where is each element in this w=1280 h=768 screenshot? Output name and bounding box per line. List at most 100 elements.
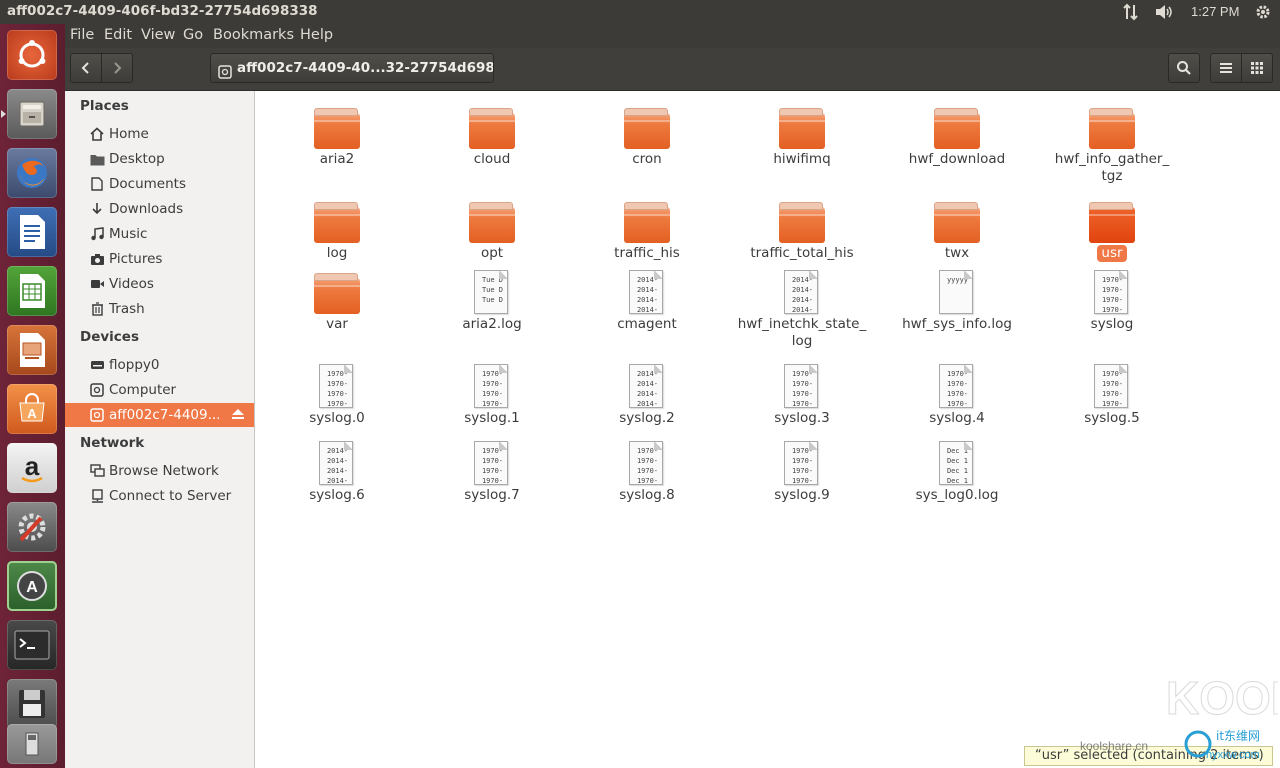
software-updater-icon[interactable]: A — [7, 561, 57, 611]
file-item[interactable]: 1970- 1970- 1970- 1970- syslog.8 — [572, 439, 722, 504]
file-name-label: sys_log0.log — [915, 487, 999, 503]
usb-drive-icon[interactable] — [7, 724, 57, 764]
file-item[interactable]: hiwifimq — [727, 103, 877, 168]
text-file-icon: 1970- 1970- 1970- 1970- — [313, 362, 361, 410]
file-item[interactable]: 2014- 2014- 2014- 2014- cmagent — [572, 268, 722, 333]
harddisk-icon — [89, 382, 105, 398]
file-name-label: var — [326, 316, 348, 332]
file-item[interactable]: var — [262, 268, 412, 333]
menu-edit[interactable]: Edit — [104, 27, 132, 43]
terminal-icon[interactable] — [7, 620, 57, 670]
calc-icon[interactable] — [7, 266, 57, 316]
file-item[interactable]: 1970- 1970- 1970- 1970- syslog.3 — [727, 362, 877, 427]
file-item[interactable]: cloud — [417, 103, 567, 168]
file-preview: yyyyy — [946, 276, 969, 284]
sidebar-item-desktop[interactable]: Desktop — [65, 147, 254, 171]
file-item[interactable]: 2014- 2014- 2014- 2014- hwf_inetchk_state… — [727, 268, 877, 350]
file-item[interactable]: Tue D Tue D Tue D aria2.log — [417, 268, 567, 333]
menu-file[interactable]: File — [70, 27, 94, 43]
forward-button[interactable] — [101, 53, 133, 83]
sidebar-item-label: aff002c7-4409... — [109, 407, 221, 423]
file-item[interactable]: traffic_his — [572, 197, 722, 262]
file-item[interactable]: hwf_download — [882, 103, 1032, 168]
file-name-label: hwf_inetchk_state_ log — [737, 316, 867, 349]
file-preview: 1970- 1970- 1970- 1970- — [1101, 276, 1124, 314]
firefox-icon[interactable] — [7, 148, 57, 198]
sidebar: Places Home Desktop Documents Downloads … — [65, 91, 255, 768]
sidebar-item-music[interactable]: Music — [65, 222, 254, 246]
file-item[interactable]: opt — [417, 197, 567, 262]
file-item[interactable]: 1970- 1970- 1970- 1970- syslog.7 — [417, 439, 567, 504]
network-updown-icon[interactable] — [1122, 0, 1140, 24]
file-item[interactable]: aria2 — [262, 103, 412, 168]
software-center-icon[interactable]: A — [7, 384, 57, 434]
sidebar-item-home[interactable]: Home — [65, 122, 254, 146]
clock[interactable]: 1:27 PM — [1191, 0, 1239, 24]
launcher: A a A — [0, 24, 66, 768]
file-item[interactable]: cron — [572, 103, 722, 168]
file-preview: 1970- 1970- 1970- 1970- — [946, 370, 969, 408]
volume-icon[interactable] — [1153, 0, 1175, 24]
sidebar-item-connect-to-server[interactable]: Connect to Server — [65, 484, 254, 508]
impress-icon[interactable] — [7, 325, 57, 375]
file-name-label: log — [326, 245, 348, 261]
file-name-label: syslog.1 — [464, 410, 520, 426]
sidebar-item-floppy0[interactable]: floppy0 — [65, 353, 254, 377]
file-item[interactable]: 1970- 1970- 1970- 1970- syslog.4 — [882, 362, 1032, 427]
menu-go[interactable]: Go — [183, 27, 203, 43]
server-icon — [89, 488, 105, 504]
sidebar-item-label: Computer — [109, 382, 177, 398]
file-item[interactable]: 2014- 2014- 2014- 2014- syslog.2 — [572, 362, 722, 427]
sidebar-item-mounted-volume[interactable]: aff002c7-4409... — [65, 403, 254, 427]
file-item[interactable]: usr — [1037, 197, 1187, 262]
file-item[interactable]: 1970- 1970- 1970- 1970- syslog — [1037, 268, 1187, 333]
file-preview: 2014- 2014- 2014- 2014- — [636, 276, 659, 314]
writer-icon[interactable] — [7, 207, 57, 257]
file-item[interactable]: 1970- 1970- 1970- 1970- syslog.1 — [417, 362, 567, 427]
file-item[interactable]: 1970- 1970- 1970- 1970- syslog.0 — [262, 362, 412, 427]
menu-help[interactable]: Help — [300, 27, 333, 43]
list-view-button[interactable] — [1210, 53, 1242, 83]
sidebar-item-trash[interactable]: Trash — [65, 297, 254, 321]
text-file-icon: Dec 1 Dec 1 Dec 1 Dec 1 — [933, 439, 981, 487]
file-item[interactable]: 2014- 2014- 2014- 2014- syslog.6 — [262, 439, 412, 504]
menu-bookmarks[interactable]: Bookmarks — [213, 27, 294, 43]
sidebar-item-browse-network[interactable]: Browse Network — [65, 459, 254, 483]
floppy-icon[interactable] — [7, 679, 57, 729]
back-button[interactable] — [70, 53, 102, 83]
text-file-icon: 1970- 1970- 1970- 1970- — [623, 439, 671, 487]
file-item[interactable]: traffic_total_his — [727, 197, 877, 262]
menu-view[interactable]: View — [141, 27, 175, 43]
file-icon-view[interactable]: aria2 cloud cron hiwifimq hwf_download hwf_in… — [255, 91, 1280, 768]
grid-view-button[interactable] — [1241, 53, 1273, 83]
file-preview: 1970- 1970- 1970- 1970- — [1101, 370, 1124, 408]
toolbar: aff002c7-4409-40...32-27754d698338 — [65, 48, 1280, 91]
gear-icon[interactable] — [1254, 0, 1272, 24]
file-name-label: opt — [480, 245, 504, 261]
file-item[interactable]: log — [262, 197, 412, 262]
sidebar-item-pictures[interactable]: Pictures — [65, 247, 254, 271]
sidebar-item-documents[interactable]: Documents — [65, 172, 254, 196]
file-item[interactable]: hwf_info_gather_ tgz — [1037, 103, 1187, 185]
file-name-label: aria2.log — [462, 316, 522, 332]
search-button[interactable] — [1168, 53, 1200, 83]
amazon-icon[interactable]: a — [7, 443, 57, 493]
path-label: aff002c7-4409-40...32-27754d698338 — [237, 60, 494, 76]
file-name-label: syslog.8 — [619, 487, 675, 503]
file-name-label: aria2 — [319, 151, 355, 167]
file-item[interactable]: yyyyy hwf_sys_info.log — [882, 268, 1032, 333]
sidebar-item-videos[interactable]: Videos — [65, 272, 254, 296]
sidebar-item-computer[interactable]: Computer — [65, 378, 254, 402]
file-item[interactable]: 1970- 1970- 1970- 1970- syslog.9 — [727, 439, 877, 504]
dash-home-icon[interactable] — [7, 30, 57, 80]
file-item[interactable]: Dec 1 Dec 1 Dec 1 Dec 1 sys_log0.log — [882, 439, 1032, 504]
harddisk-icon — [89, 407, 105, 423]
eject-icon[interactable] — [231, 408, 245, 424]
system-settings-icon[interactable] — [7, 502, 57, 552]
files-icon[interactable] — [7, 89, 57, 139]
path-bar-current[interactable]: aff002c7-4409-40...32-27754d698338 — [210, 53, 494, 83]
file-item[interactable]: twx — [882, 197, 1032, 262]
sidebar-item-downloads[interactable]: Downloads — [65, 197, 254, 221]
file-item[interactable]: 1970- 1970- 1970- 1970- syslog.5 — [1037, 362, 1187, 427]
file-name-label: traffic_total_his — [750, 245, 854, 261]
